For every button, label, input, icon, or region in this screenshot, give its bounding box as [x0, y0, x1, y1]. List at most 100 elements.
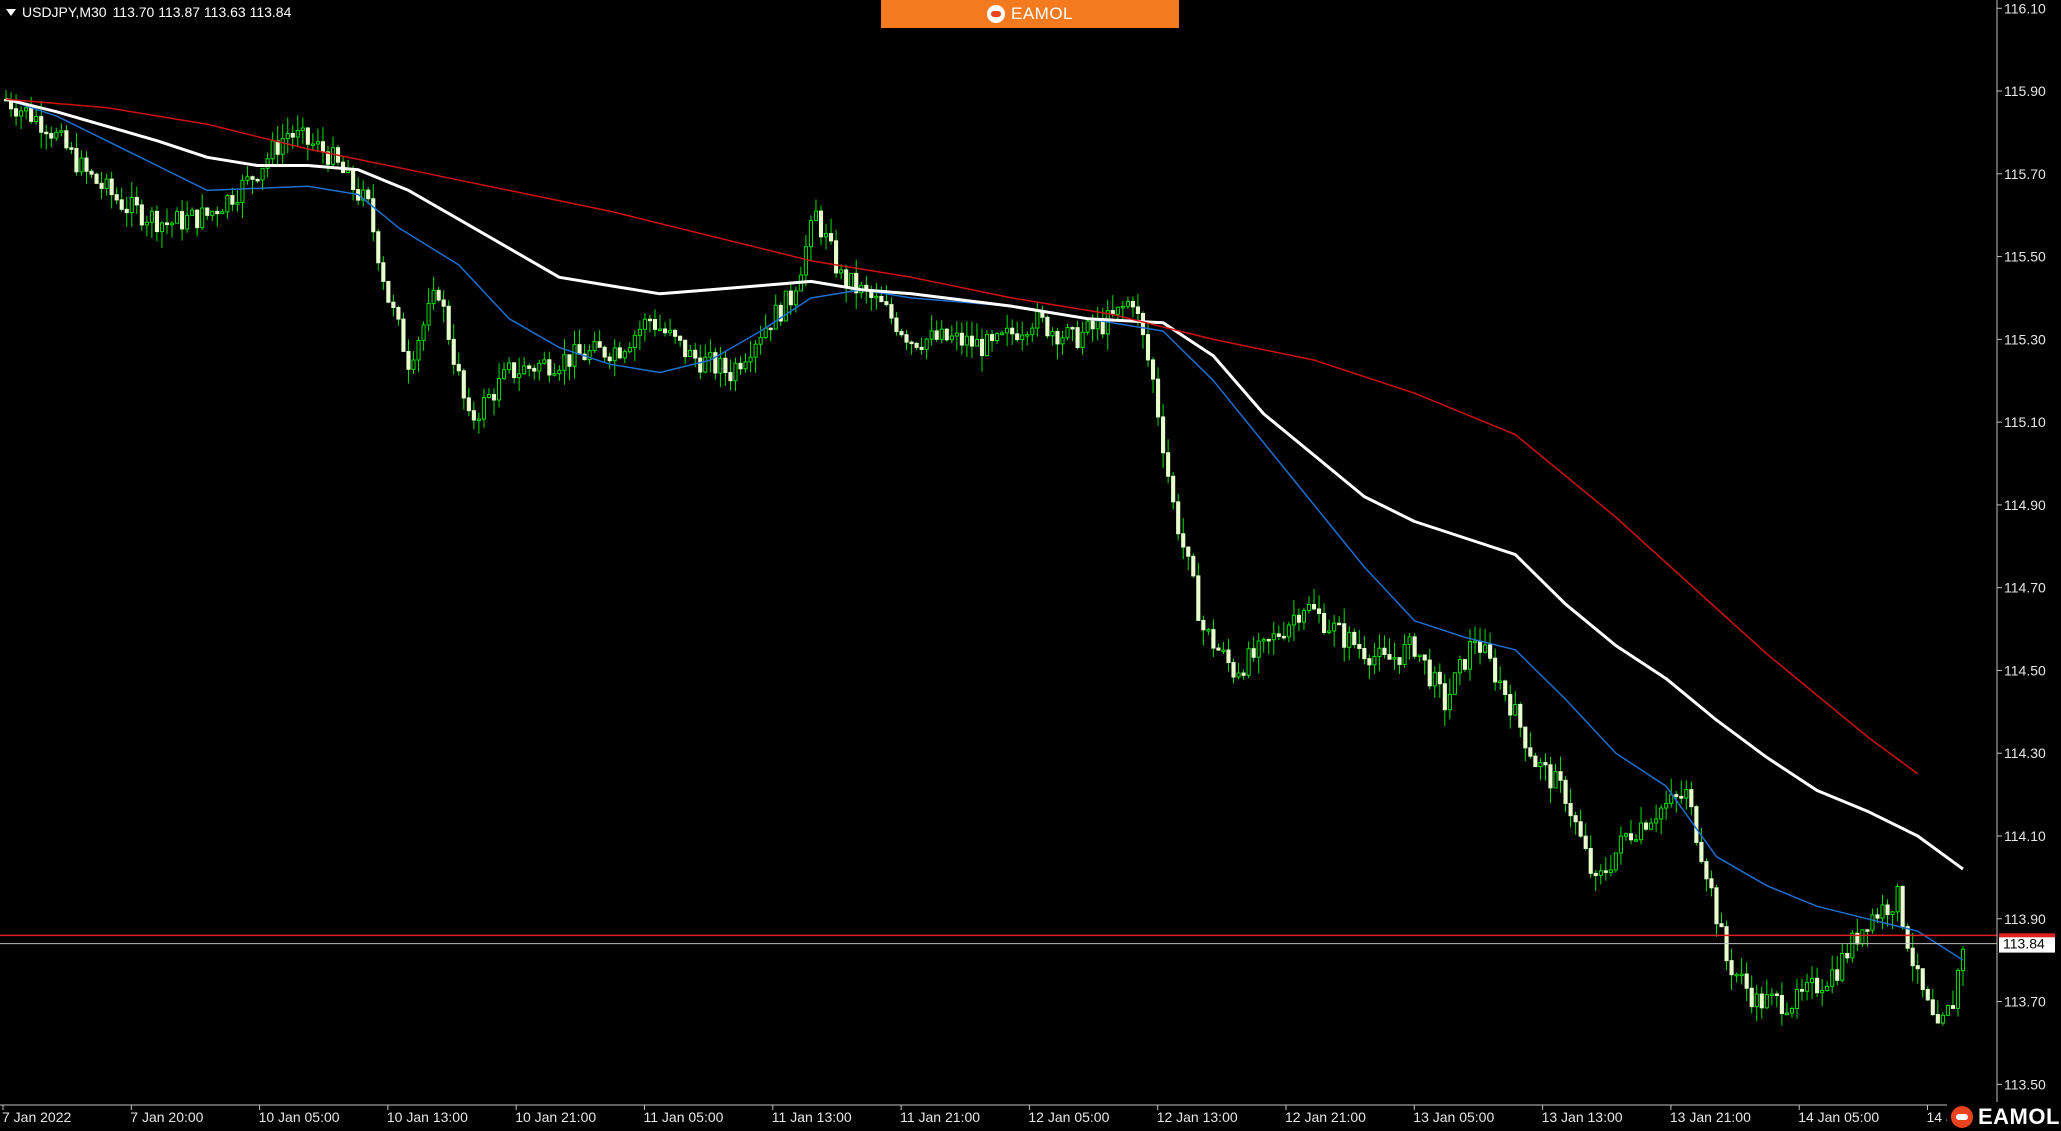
candle-bear	[39, 115, 44, 133]
candle-bear	[44, 131, 49, 135]
y-tick-label: 115.50	[2004, 249, 2046, 265]
candle-bull	[924, 338, 929, 350]
candle-bear	[1528, 747, 1533, 757]
candle-bear	[139, 204, 144, 226]
candle-bear	[1055, 331, 1060, 345]
candle-bull	[240, 179, 245, 204]
candle-bull	[984, 334, 990, 357]
candle-bear	[597, 341, 602, 348]
candle-bull	[1246, 648, 1251, 676]
candle-bull	[1850, 932, 1855, 959]
y-tick-label: 114.30	[2004, 745, 2046, 761]
candle-bull	[1000, 332, 1005, 335]
candle-bear	[436, 289, 441, 301]
candle-bull	[481, 396, 486, 420]
candle-bull	[426, 303, 431, 326]
candle-bear	[1694, 806, 1699, 843]
candle-bull	[1764, 994, 1769, 1009]
candle-bear	[1518, 704, 1523, 728]
candle-bull	[1236, 672, 1241, 678]
candle-bull	[501, 369, 507, 380]
candle-bull	[1301, 609, 1307, 623]
candle-bear	[979, 338, 985, 357]
candle-bear	[1774, 993, 1779, 997]
candle-bull	[612, 347, 617, 362]
candle-bear	[89, 170, 94, 175]
candle-bear	[1437, 671, 1442, 685]
candle-bull	[839, 269, 844, 274]
candle-bull	[1623, 833, 1628, 837]
symbol-label: USDJPY,M30	[22, 4, 107, 20]
candle-bear	[989, 334, 995, 342]
candle-bear	[678, 335, 683, 341]
candle-bull	[773, 304, 778, 330]
candle-bear	[1835, 969, 1840, 981]
candle-bull	[1659, 807, 1664, 820]
x-tick-label: 12 Jan 05:00	[1028, 1109, 1109, 1125]
candle-bear	[1316, 608, 1322, 614]
candle-bull	[315, 141, 320, 145]
candle-bull	[1940, 1014, 1945, 1024]
candle-bear	[899, 331, 904, 336]
candle-bear	[250, 176, 255, 180]
candle-bear	[466, 397, 471, 412]
y-tick-label: 115.30	[2004, 331, 2046, 347]
candle-bull	[190, 209, 195, 216]
candle-bull	[1080, 331, 1085, 348]
candle-bear	[1689, 789, 1694, 808]
price-chart[interactable]: 116.10 115.90 115.70 115.50 115.30 115.10 114.…	[0, 0, 2061, 1131]
candle-bear	[602, 346, 607, 358]
candle-bull	[1306, 603, 1312, 611]
candle-bear	[1644, 822, 1649, 830]
candle-bull	[1025, 334, 1030, 337]
candle-bull	[220, 211, 225, 215]
candle-bear	[1337, 622, 1342, 626]
candle-bull	[1447, 693, 1452, 711]
candle-bear	[959, 332, 964, 346]
candle-bear	[1578, 821, 1583, 837]
x-tick-label: 12 Jan 21:00	[1285, 1109, 1366, 1125]
candle-bear	[391, 301, 396, 308]
candle-bull	[1754, 993, 1759, 1008]
candle-bull	[703, 356, 708, 373]
candle-bull	[486, 394, 492, 398]
candle-bear	[1201, 619, 1206, 631]
candle-bull	[627, 347, 632, 353]
candle-bull	[562, 354, 567, 371]
candle-bull	[1860, 929, 1865, 945]
x-tick-label: 13 Jan 13:00	[1542, 1109, 1623, 1125]
candle-bear	[491, 394, 497, 401]
candle-bull	[1890, 911, 1895, 916]
candle-bull	[964, 335, 969, 346]
candle-bear	[1674, 794, 1679, 797]
candle-bear	[577, 344, 582, 355]
candle-bull	[1372, 656, 1377, 666]
candle-bear	[371, 198, 376, 233]
x-tick-label: 11 Jan 05:00	[644, 1109, 724, 1125]
candle-bear	[1699, 841, 1704, 863]
candle-bear	[1135, 306, 1140, 314]
candle-bull	[1457, 659, 1462, 674]
candle-bull	[1870, 914, 1875, 931]
candle-bull	[1452, 672, 1457, 695]
candle-bear	[683, 339, 688, 358]
candle-bear	[1714, 887, 1719, 925]
candle-bull	[144, 221, 149, 226]
candle-bear	[1845, 953, 1850, 959]
dropdown-triangle-icon[interactable]	[6, 8, 16, 16]
candle-bull	[572, 344, 577, 367]
candle-bear	[406, 350, 411, 370]
candle-bear	[1543, 762, 1548, 766]
candle-bear	[879, 295, 884, 303]
y-tick-label: 113.70	[2004, 994, 2046, 1010]
candle-bear	[693, 349, 698, 359]
candle-bull	[185, 214, 190, 230]
candle-bull	[54, 131, 59, 139]
candle-bear	[230, 195, 235, 205]
candle-bear	[1910, 947, 1915, 967]
y-tick-label: 113.50	[2004, 1076, 2046, 1092]
candle-bear	[1930, 999, 1935, 1016]
candle-bull	[1955, 970, 1961, 1009]
candle-bull	[758, 337, 763, 345]
candle-bull	[1598, 870, 1603, 877]
